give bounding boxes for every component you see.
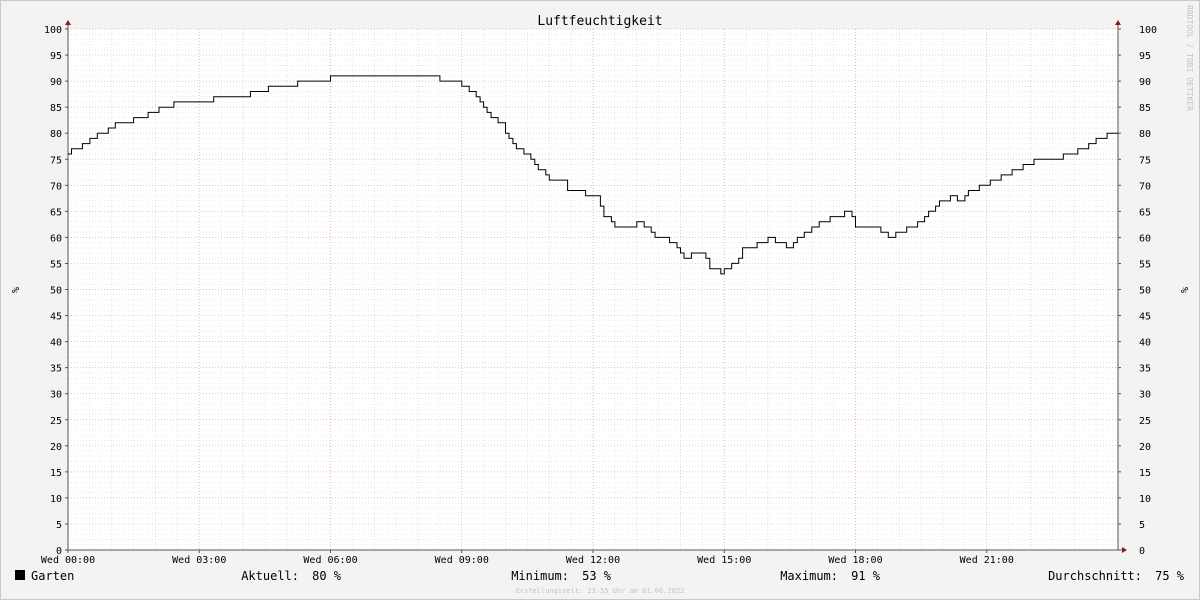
y-tick-label-right: 60 <box>1139 233 1151 244</box>
x-tick-label: Wed 18:00 <box>828 555 882 566</box>
x-axis-arrow <box>1122 547 1127 553</box>
y-tick-label-right: 75 <box>1139 155 1151 166</box>
legend-durchschnitt-value: 75 % <box>1155 569 1185 583</box>
y-tick-label-left: 20 <box>50 442 62 453</box>
legend-swatch-garten <box>15 570 25 580</box>
x-tick-label: Wed 21:00 <box>960 555 1014 566</box>
y-tick-label-left: 75 <box>50 155 62 166</box>
y-axis-arrow-left <box>65 20 71 25</box>
legend-maximum-value: 91 % <box>851 569 881 583</box>
legend-aktuell-value: 80 % <box>312 569 342 583</box>
y-tick-label-right: 20 <box>1139 442 1151 453</box>
y-tick-label-left: 65 <box>50 207 62 218</box>
legend-durchschnitt-label: Durchschnitt: <box>1048 569 1142 583</box>
y-tick-label-right: 0 <box>1139 546 1145 557</box>
x-tick-label: Wed 12:00 <box>566 555 620 566</box>
y-tick-label-left: 60 <box>50 233 62 244</box>
y-tick-label-left: 70 <box>50 181 62 192</box>
y-tick-label-left: 30 <box>50 390 62 401</box>
y-tick-label-left: 25 <box>50 416 62 427</box>
y-tick-label-right: 25 <box>1139 416 1151 427</box>
y-tick-label-left: 90 <box>50 77 62 88</box>
y-tick-label-left: 15 <box>50 468 62 479</box>
y-tick-label-right: 40 <box>1139 338 1151 349</box>
y-tick-label-right: 70 <box>1139 181 1151 192</box>
y-tick-label-left: 55 <box>50 259 62 270</box>
y-tick-label-left: 40 <box>50 338 62 349</box>
y-axis-label-left: % <box>9 287 20 293</box>
y-tick-label-left: 5 <box>56 520 62 531</box>
y-tick-label-left: 35 <box>50 364 62 375</box>
y-tick-label-left: 10 <box>50 494 62 505</box>
footer-timestamp: Erstellungszeit: 23:55 Uhr am 01.06.2022 <box>516 587 685 595</box>
x-tick-label: Wed 06:00 <box>303 555 357 566</box>
y-tick-label-right: 5 <box>1139 520 1145 531</box>
y-tick-label-right: 95 <box>1139 51 1151 62</box>
y-tick-label-left: 45 <box>50 312 62 323</box>
y-tick-label-right: 55 <box>1139 259 1151 270</box>
legend-maximum-label: Maximum: <box>780 569 838 583</box>
y-tick-label-right: 80 <box>1139 129 1151 140</box>
x-tick-label: Wed 15:00 <box>697 555 751 566</box>
x-tick-label: Wed 09:00 <box>435 555 489 566</box>
x-tick-label: Wed 00:00 <box>41 555 95 566</box>
y-axis-label-right: % <box>1178 287 1189 293</box>
y-tick-label-left: 100 <box>44 25 62 36</box>
y-tick-label-right: 30 <box>1139 390 1151 401</box>
y-tick-label-right: 10 <box>1139 494 1151 505</box>
y-tick-label-left: 80 <box>50 129 62 140</box>
y-tick-label-right: 35 <box>1139 364 1151 375</box>
y-tick-label-left: 95 <box>50 51 62 62</box>
grid <box>68 28 1118 550</box>
y-tick-label-left: 50 <box>50 286 62 297</box>
y-tick-label-right: 85 <box>1139 103 1151 114</box>
chart-container: Luftfeuchtigkeit % % RRDTOOL / TOBI OETI… <box>0 0 1200 600</box>
y-tick-label-right: 45 <box>1139 312 1151 323</box>
y-tick-label-left: 85 <box>50 103 62 114</box>
x-tick-label: Wed 03:00 <box>172 555 226 566</box>
watermark: RRDTOOL / TOBI OETIKER <box>1185 5 1194 111</box>
y-tick-label-right: 15 <box>1139 468 1151 479</box>
legend-minimum-value: 53 % <box>582 569 612 583</box>
y-tick-label-right: 100 <box>1139 25 1157 36</box>
y-tick-label-right: 50 <box>1139 286 1151 297</box>
y-tick-label-right: 90 <box>1139 77 1151 88</box>
y-axis-arrow-right <box>1115 20 1121 25</box>
legend-aktuell-label: Aktuell: <box>241 569 299 583</box>
y-tick-label-right: 65 <box>1139 207 1151 218</box>
legend-minimum-label: Minimum: <box>511 569 569 583</box>
chart-title: Luftfeuchtigkeit <box>537 14 662 29</box>
legend-series-name: Garten <box>31 569 74 583</box>
humidity-chart: Luftfeuchtigkeit % % RRDTOOL / TOBI OETI… <box>9 5 1194 595</box>
